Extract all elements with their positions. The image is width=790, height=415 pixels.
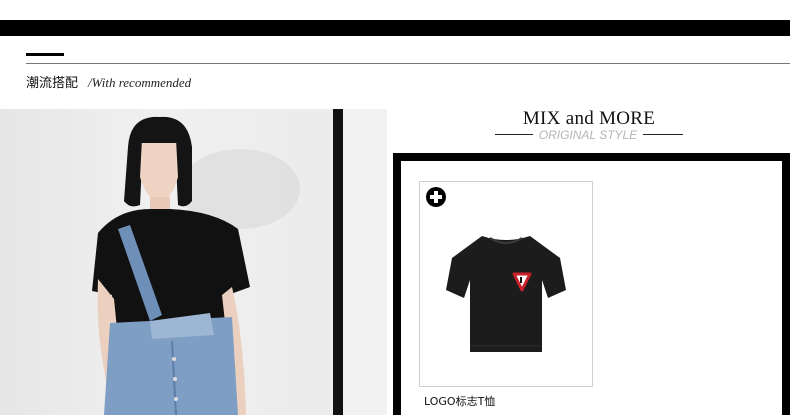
mix-subtitle-row: ORIGINAL STYLE xyxy=(495,128,683,142)
mix-subtitle: ORIGINAL STYLE xyxy=(538,128,638,142)
section-heading: 潮流搭配 /With recommended xyxy=(26,72,192,91)
header-bar xyxy=(0,20,790,36)
title-accent-rule xyxy=(26,53,64,56)
section-title: 潮流搭配 xyxy=(26,76,79,91)
subtitle-rule-left xyxy=(495,134,533,135)
subtitle-rule-right xyxy=(643,134,683,135)
section-subtitle: /With recommended xyxy=(88,75,192,90)
plus-circle-icon[interactable] xyxy=(425,186,447,208)
product-name-link[interactable]: LOGO标志T恤 xyxy=(424,393,495,409)
product-image-tshirt[interactable] xyxy=(438,228,574,358)
title-divider xyxy=(26,63,790,64)
mix-title: MIX and MORE xyxy=(522,108,656,129)
model-photo xyxy=(0,109,387,415)
